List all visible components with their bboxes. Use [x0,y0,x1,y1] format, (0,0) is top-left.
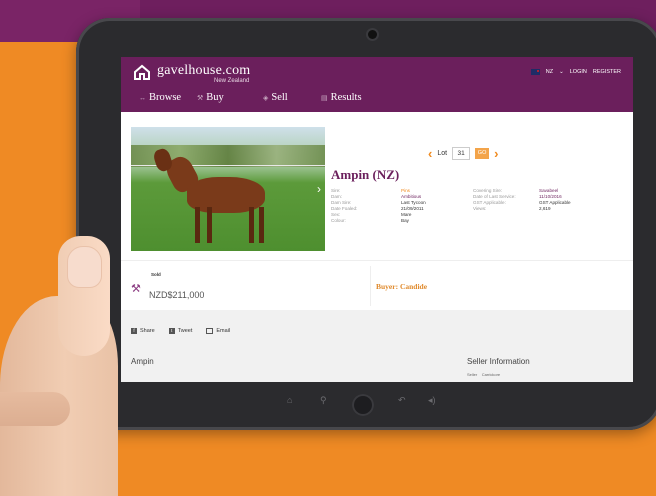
home-icon[interactable]: ⌂ [287,395,292,405]
seller-label: Seller [467,372,478,377]
gavel-icon: ⚒ [131,283,141,295]
tweet-label: Tweet [177,328,193,334]
seller-value[interactable]: Carrickore [482,372,500,377]
detail-row: Colour: Bay [331,218,571,224]
section-title: Ampin [131,357,154,366]
section-divider [121,260,633,261]
search-icon[interactable]: ⚲ [320,395,327,406]
lot-number-input[interactable]: 31 [452,147,471,160]
lot-navigator: ‹ Lot 31 GO › [428,146,498,161]
share-label: Share [140,328,155,334]
previous-lot-icon[interactable]: ‹ [428,146,432,161]
buyer-name: Buyer: Candide [376,282,428,291]
column-divider [370,266,371,306]
detail-value: 2,619 [539,206,551,211]
photo-next-icon[interactable]: › [317,182,321,196]
screen-content: › ‹ Lot 31 GO › Ampin (NZ) Sire: Pins Co… [121,57,633,382]
tablet-camera [368,30,377,39]
facebook-share-button[interactable]: f Share [131,328,155,334]
email-share-button[interactable]: Email [206,328,230,334]
horse-photo[interactable]: › [131,127,325,251]
detail-key: Views: [473,206,487,211]
finger [0,392,70,426]
detail-key: Colour: [331,218,346,223]
lower-section [121,310,633,382]
horse-name: Ampin (NZ) [331,167,400,182]
seller-info-title: Seller Information [467,357,530,366]
photo-horse-leg [195,207,200,243]
tablet-screen: gavelhouse.com New Zealand NZ ⌄ LOGIN RE… [121,57,633,382]
thumbnail-nail [67,246,102,288]
volume-icon[interactable]: ◂) [428,395,436,406]
seller-line: Seller Carrickore [467,372,500,377]
horse-details: Sire: Pins Covering Sire: Savabeel Dam: … [331,188,571,224]
next-lot-icon[interactable]: › [494,146,498,161]
twitter-share-button[interactable]: t Tweet [168,328,193,334]
lot-go-button[interactable]: GO [475,148,490,159]
photo-horse-leg [207,207,212,243]
share-bar: f Share t Tweet Email [131,328,230,334]
facebook-icon: f [131,328,137,334]
detail-value: Bay [401,218,409,223]
email-label: Email [216,328,231,334]
photo-horse-leg [249,207,254,243]
sold-price: NZD$211,000 [149,290,205,300]
email-icon [206,328,214,334]
lot-label: Lot [437,150,448,157]
back-icon[interactable]: ↶ [398,395,406,406]
home-button[interactable] [352,394,374,416]
twitter-icon: t [168,328,175,334]
sold-status: Sold [151,272,161,277]
photo-horse-leg [259,207,264,243]
